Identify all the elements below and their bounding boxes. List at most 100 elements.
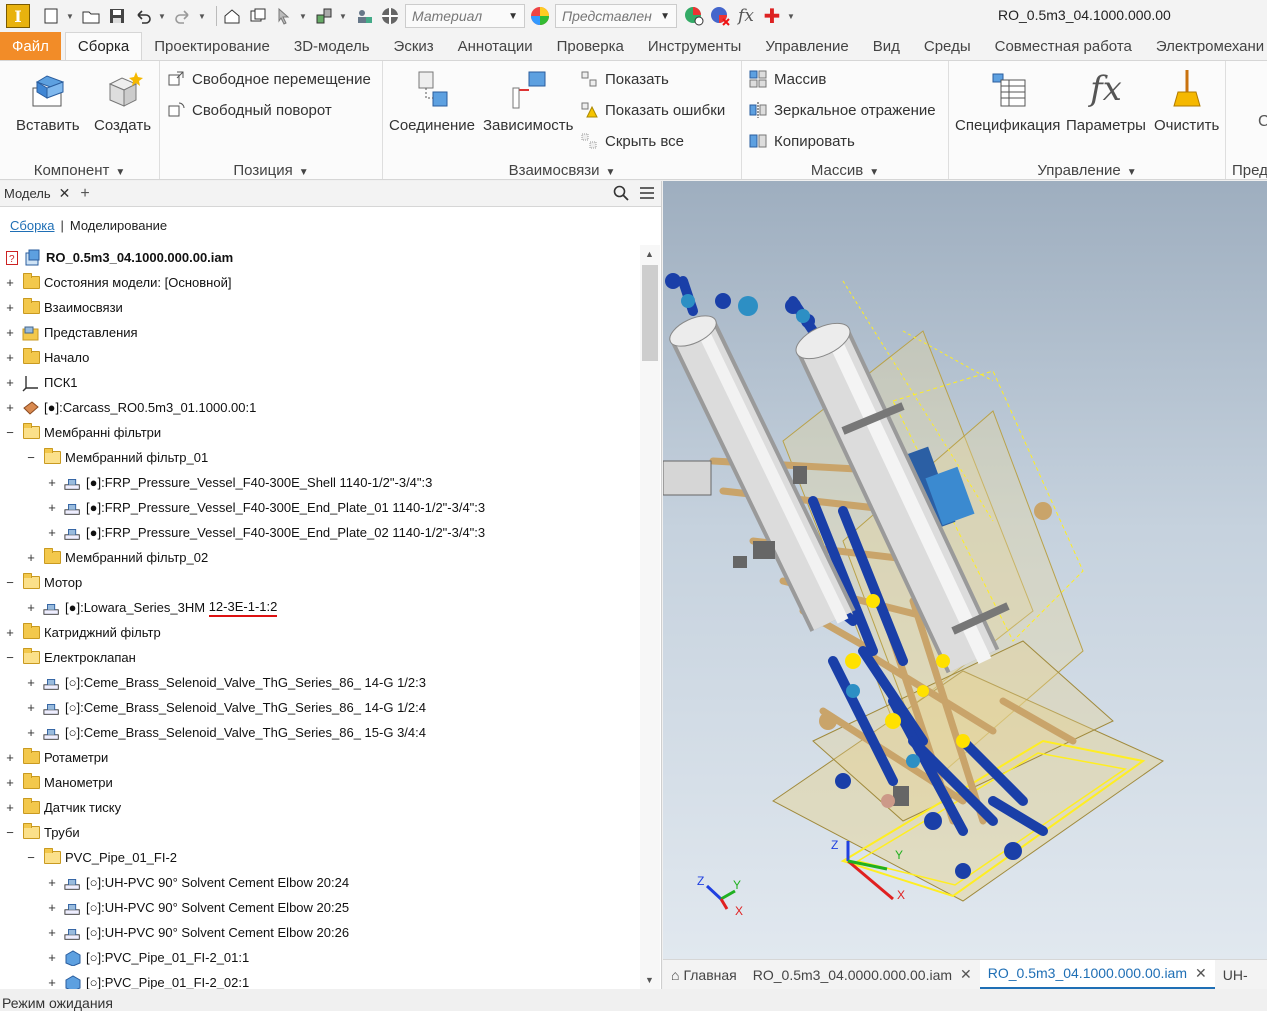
- menu-icon[interactable]: [639, 185, 655, 204]
- tree-node[interactable]: + Мембранний фільтр_02: [0, 545, 208, 570]
- tree-node[interactable]: − Труби: [0, 820, 80, 845]
- expand-icon[interactable]: +: [4, 750, 16, 765]
- component-group-label[interactable]: Компонент ▼: [0, 162, 159, 179]
- tree-node[interactable]: + Датчик тиску: [0, 795, 121, 820]
- select-dropdown-icon[interactable]: ▼: [299, 12, 309, 21]
- project-icon[interactable]: [247, 5, 269, 27]
- tree-node[interactable]: − Мембранні фільтри: [0, 420, 161, 445]
- purge-button[interactable]: Очистить: [1154, 67, 1219, 134]
- tree-node[interactable]: + Начало: [0, 345, 89, 370]
- app-logo[interactable]: I: [6, 4, 30, 28]
- clear-appearance-icon[interactable]: [709, 5, 731, 27]
- tab-annotate[interactable]: Аннотации: [446, 32, 545, 60]
- expand-icon[interactable]: +: [4, 775, 16, 790]
- expand-icon[interactable]: +: [46, 925, 58, 940]
- tree-node[interactable]: + ПСК1: [0, 370, 78, 395]
- expand-icon[interactable]: +: [4, 275, 16, 290]
- scroll-down-icon[interactable]: ▼: [645, 975, 654, 985]
- expand-icon[interactable]: +: [25, 600, 37, 615]
- expand-icon[interactable]: +: [4, 400, 16, 415]
- tab-environments[interactable]: Среды: [912, 32, 983, 60]
- tab-sketch[interactable]: Эскиз: [382, 32, 446, 60]
- scroll-up-icon[interactable]: ▲: [645, 249, 654, 259]
- tree-node[interactable]: + [●]:FRP_Pressure_Vessel_F40-300E_Shell …: [0, 470, 432, 495]
- component-priority-icon[interactable]: [313, 5, 335, 27]
- scrollbar-thumb[interactable]: [642, 265, 658, 361]
- tree-node[interactable]: − Мембранний фільтр_01: [0, 445, 208, 470]
- relationships-group-label[interactable]: Взаимосвязи ▼: [383, 162, 741, 179]
- pattern-group-label[interactable]: Массив ▼: [742, 162, 948, 179]
- select-icon[interactable]: [273, 5, 295, 27]
- save-icon[interactable]: [106, 5, 128, 27]
- tree-node[interactable]: − PVC_Pipe_01_FI-2: [0, 845, 177, 870]
- tab-document-1[interactable]: RO_0.5m3_04.0000.000.00.iam ✕: [745, 960, 980, 989]
- color-wheel-icon[interactable]: [529, 5, 551, 27]
- search-icon[interactable]: [613, 185, 629, 204]
- tree-node[interactable]: + Ротаметри: [0, 745, 108, 770]
- expand-icon[interactable]: +: [25, 675, 37, 690]
- expand-icon[interactable]: +: [46, 475, 58, 490]
- tree-node[interactable]: + [○]:UH-PVC 90° Solvent Cement Elbow 20:…: [0, 895, 349, 920]
- free-move-button[interactable]: Свободное перемещение: [166, 69, 371, 89]
- new-icon[interactable]: [40, 5, 62, 27]
- tab-design[interactable]: Проектирование: [142, 32, 282, 60]
- expand-icon[interactable]: +: [4, 350, 16, 365]
- expand-icon[interactable]: +: [25, 725, 37, 740]
- expand-icon[interactable]: +: [4, 800, 16, 815]
- redo-icon[interactable]: [172, 5, 194, 27]
- copy-button[interactable]: Копировать: [748, 131, 855, 151]
- add-icon[interactable]: ✚: [761, 5, 783, 28]
- manage-group-label[interactable]: Управление ▼: [949, 162, 1225, 179]
- expand-icon[interactable]: +: [25, 550, 37, 565]
- appearance-icon[interactable]: [379, 5, 401, 27]
- constraint-button[interactable]: Зависимость: [483, 67, 573, 134]
- tree-scrollbar[interactable]: ▲ ▼: [640, 245, 660, 989]
- expand-icon[interactable]: +: [4, 625, 16, 640]
- collapse-icon[interactable]: −: [4, 825, 16, 840]
- show-errors-button[interactable]: Показать ошибки: [579, 100, 725, 120]
- tab-tools[interactable]: Инструменты: [636, 32, 754, 60]
- position-group-label[interactable]: Позиция ▼: [160, 162, 382, 179]
- tab-manage[interactable]: Управление: [753, 32, 860, 60]
- tree-node[interactable]: + [○]:Ceme_Brass_Selenoid_Valve_ThG_Serie…: [0, 720, 426, 745]
- adjust-appearance-icon[interactable]: [683, 5, 705, 27]
- close-icon[interactable]: ✕: [960, 966, 972, 983]
- expand-icon[interactable]: +: [46, 900, 58, 915]
- mirror-button[interactable]: Зеркальное отражение: [748, 100, 936, 120]
- tab-collaborate[interactable]: Совместная работа: [983, 32, 1144, 60]
- assembly-3d-model[interactable]: Z X Y Z Y X: [663, 181, 1267, 959]
- tree-node[interactable]: + Катриджний фільтр: [0, 620, 161, 645]
- tab-view[interactable]: Вид: [861, 32, 912, 60]
- tab-3d-model[interactable]: 3D-модель: [282, 32, 382, 60]
- hide-all-button[interactable]: Скрыть все: [579, 131, 684, 151]
- collapse-icon[interactable]: −: [25, 850, 37, 865]
- close-icon[interactable]: ✕: [59, 185, 71, 202]
- collapse-icon[interactable]: −: [25, 450, 37, 465]
- graphics-viewport[interactable]: Z X Y Z Y X: [663, 181, 1267, 959]
- expand-icon[interactable]: +: [4, 375, 16, 390]
- show-button[interactable]: Показать: [579, 69, 669, 89]
- expand-icon[interactable]: +: [4, 300, 16, 315]
- tree-node[interactable]: + [○]:Ceme_Brass_Selenoid_Valve_ThG_Serie…: [0, 695, 426, 720]
- material-combo[interactable]: Материал ▼: [405, 4, 525, 28]
- tree-node[interactable]: − Мотор: [0, 570, 82, 595]
- tree-node[interactable]: + [●]:FRP_Pressure_Vessel_F40-300E_End_Pl…: [0, 520, 485, 545]
- productivity-partial-button[interactable]: C: [1258, 113, 1267, 131]
- tab-inspect[interactable]: Проверка: [545, 32, 636, 60]
- productivity-group-label[interactable]: Пред: [1226, 162, 1267, 179]
- tree-node[interactable]: + Взаимосвязи: [0, 295, 123, 320]
- browser-tab-model[interactable]: Модель: [4, 186, 51, 201]
- free-rotate-button[interactable]: Свободный поворот: [166, 100, 332, 120]
- collapse-icon[interactable]: −: [4, 650, 16, 665]
- add-browser-icon[interactable]: +: [80, 185, 89, 203]
- tab-electromechanical[interactable]: Электромехани: [1144, 32, 1267, 60]
- tree-node[interactable]: + [○]:PVC_Pipe_01_FI-2_01:1: [0, 945, 249, 970]
- tab-document-3[interactable]: UH-: [1215, 960, 1256, 989]
- tab-file[interactable]: Файл: [0, 32, 61, 60]
- tree-node[interactable]: − Електроклапан: [0, 645, 136, 670]
- close-icon[interactable]: ✕: [1195, 965, 1207, 982]
- tree-node[interactable]: + Состояния модели: [Основной]: [0, 270, 231, 295]
- open-icon[interactable]: [80, 5, 102, 27]
- expand-icon[interactable]: +: [46, 975, 58, 989]
- tab-assembly[interactable]: Сборка: [64, 32, 143, 60]
